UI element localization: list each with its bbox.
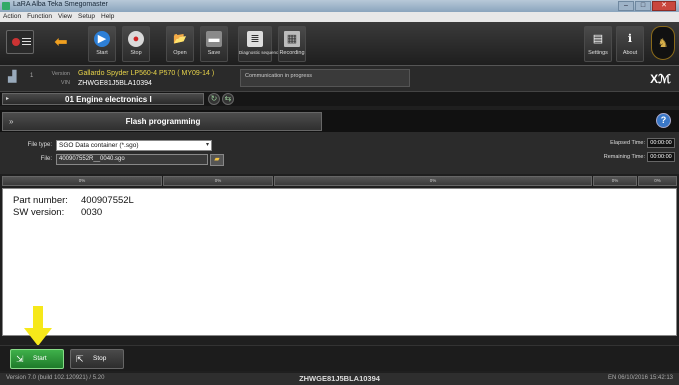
communication-status: Communication in progress	[240, 69, 410, 87]
stop-icon: ●	[128, 31, 144, 47]
file-label: File:	[40, 156, 52, 162]
vehicle-values: Gallardo Spyder LP560-4 P570 ( MY09-14 )…	[78, 69, 214, 89]
progress-cell: 0%	[163, 176, 273, 186]
pointer-arrow-icon	[24, 306, 52, 346]
progress-cell: 0%	[638, 176, 677, 186]
minimize-icon[interactable]: –	[618, 1, 634, 11]
file-type-label: File type:	[27, 142, 52, 148]
toolbar-stop-button[interactable]: ● Stop	[122, 26, 150, 62]
elapsed-time-value: 00:00:00	[647, 138, 675, 148]
menu-view[interactable]: View	[58, 12, 72, 22]
sw-version-row: SW version: 0030	[13, 207, 102, 218]
remaining-time-value: 00:00:00	[647, 152, 675, 162]
help-icon[interactable]: ?	[656, 113, 671, 128]
status-bar: Version 7.0 (build 102.120921) / 5.20 ZH…	[0, 373, 679, 385]
progress-header: 0% 0% 0% 0% 0%	[2, 176, 677, 186]
progress-cell: 0%	[2, 176, 162, 186]
maximize-icon[interactable]: □	[635, 1, 651, 11]
status-vin: ZHWGE81J5BLA10394	[299, 374, 380, 383]
module-bar: ▸ 01 Engine electronics I ↻ ⇆	[0, 92, 679, 106]
close-icon[interactable]: ✕	[652, 1, 676, 11]
menu-function[interactable]: Function	[27, 12, 52, 22]
file-type-value: SGO Data container (*.sgo)	[59, 142, 139, 149]
progress-cell: 0%	[274, 176, 592, 186]
remaining-time-label: Remaining Time:	[603, 154, 645, 160]
output-area: Part number: 400907552L SW version: 0030	[2, 188, 677, 336]
file-path-field[interactable]: 400907552R__0040.sgo	[56, 154, 208, 165]
toolbar-open-label: Open	[173, 50, 187, 56]
menu-setup[interactable]: Setup	[78, 12, 95, 22]
section-header: » Flash programming ?	[0, 110, 679, 132]
menu-action[interactable]: Action	[3, 12, 21, 22]
part-number-row: Part number: 400907552L	[13, 195, 134, 206]
app-icon	[2, 2, 10, 10]
info-icon: ℹ	[627, 33, 633, 45]
locale-datetime: EN 06/10/2016 15:42:13	[607, 375, 673, 381]
toolbar-recording-button[interactable]: ▦ Recording	[278, 26, 306, 62]
part-number-label: Part number:	[13, 195, 68, 206]
toolbar: ⬅ ▶ Start ● Stop 📂 Open ▬ Save ≣ Diagnos…	[0, 22, 679, 66]
vehicle-model: Gallardo Spyder LP560-4 P570 ( MY09-14 )	[78, 70, 215, 77]
xm-logo-icon: Xℳ	[650, 72, 671, 86]
toolbar-diagnostic-button[interactable]: ≣ Diagnostic sequences	[238, 26, 284, 62]
vehicle-labels: Version VIN	[40, 70, 70, 88]
elapsed-time-label: Elapsed Time:	[610, 140, 645, 146]
toolbar-save-button[interactable]: ▬ Save	[200, 26, 228, 62]
start-button[interactable]: ⇲ Start	[10, 349, 64, 369]
stop-button[interactable]: ⇱ Stop	[70, 349, 124, 369]
diagnostic-sequences-icon: ≣	[247, 31, 263, 47]
file-panel: File type: SGO Data container (*.sgo) ▾ …	[0, 132, 679, 174]
toolbar-recording-label: Recording	[279, 50, 305, 56]
progress-cell: 0%	[593, 176, 637, 186]
start-flash-icon: ⇲	[16, 354, 24, 364]
module-name: 01 Engine electronics I	[65, 95, 152, 104]
vehicle-vin: ZHWGE81J5BLA10394	[78, 80, 152, 87]
title-bar: LaRA Alba Teka Smegomaster – □ ✕	[0, 0, 679, 12]
settings-icon: ▤	[592, 33, 604, 45]
vehicle-selection-icon[interactable]	[6, 30, 34, 54]
menu-bar: Action Function View Setup Help	[0, 12, 679, 22]
window-title: LaRA Alba Teka Smegomaster	[13, 1, 108, 8]
play-icon: ▶	[94, 31, 110, 47]
bottom-action-bar: ⇲ Start ⇱ Stop	[0, 345, 679, 371]
vin-label: VIN	[60, 80, 70, 86]
toolbar-about-label: About	[622, 50, 638, 56]
vehicle-info-bar: ▟ 1 Version VIN Gallardo Spyder LP560-4 …	[0, 66, 679, 92]
file-type-select[interactable]: SGO Data container (*.sgo) ▾	[56, 140, 212, 151]
recording-icon: ▦	[284, 31, 300, 47]
application-window: LaRA Alba Teka Smegomaster – □ ✕ Action …	[0, 0, 679, 385]
browse-folder-icon[interactable]: ▰	[210, 154, 224, 166]
version-label: Version	[51, 71, 70, 77]
stop-flash-icon: ⇱	[76, 354, 84, 364]
toolbar-save-label: Save	[207, 50, 221, 56]
toolbar-stop-label: Stop	[130, 50, 142, 56]
refresh-icon[interactable]: ↻	[208, 93, 220, 105]
module-selector[interactable]: ▸ 01 Engine electronics I	[2, 93, 204, 105]
toolbar-about-button[interactable]: ℹ About	[616, 26, 644, 62]
toolbar-diagnostic-label: Diagnostic sequences	[239, 50, 284, 55]
vehicle-index: 1	[30, 73, 34, 79]
toolbar-settings-label: Settings	[588, 50, 608, 56]
save-icon: ▬	[206, 31, 222, 47]
expand-arrow-icon: ▸	[6, 96, 10, 102]
vehicle-icon: ▟	[8, 71, 17, 83]
dropdown-caret-icon: ▾	[205, 142, 209, 148]
menu-help[interactable]: Help	[101, 12, 114, 22]
part-number-value: 400907552L	[81, 195, 134, 206]
start-button-label: Start	[33, 355, 47, 362]
stop-button-label: Stop	[93, 355, 107, 362]
toolbar-start-button[interactable]: ▶ Start	[88, 26, 116, 62]
toolbar-start-label: Start	[96, 50, 108, 56]
sw-version-label: SW version:	[13, 207, 65, 218]
folder-open-icon: 📂	[173, 33, 187, 45]
toolbar-open-button[interactable]: 📂 Open	[166, 26, 194, 62]
brand-logo-icon: ♞	[651, 26, 675, 60]
section-tab: » Flash programming	[2, 112, 322, 131]
connect-icon[interactable]: ⇆	[222, 93, 234, 105]
window-controls: – □ ✕	[618, 1, 676, 11]
toolbar-settings-button[interactable]: ▤ Settings	[584, 26, 612, 62]
section-title: Flash programming	[125, 117, 201, 126]
back-arrow-icon[interactable]: ⬅	[50, 32, 72, 54]
sw-version-value: 0030	[81, 207, 103, 218]
